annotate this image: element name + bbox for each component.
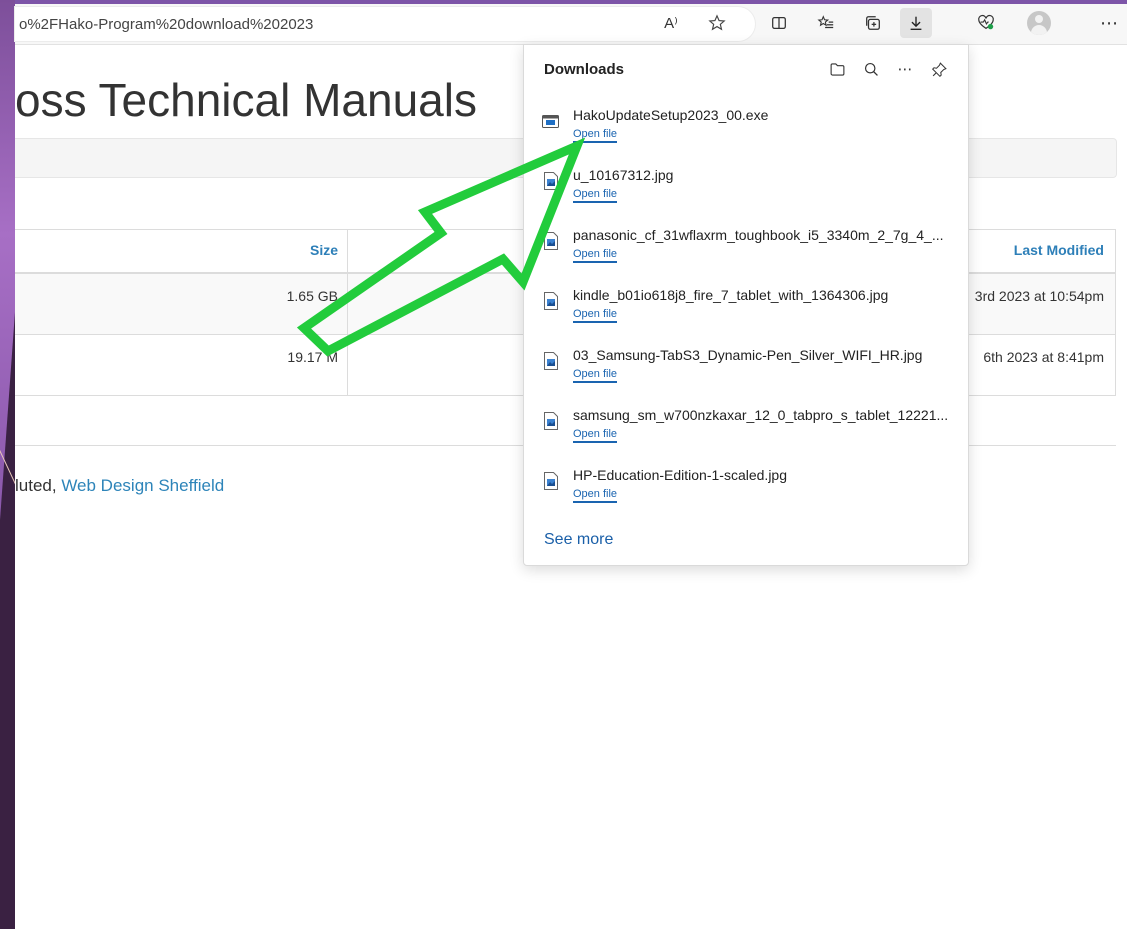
open-file-link[interactable]: Open file xyxy=(573,428,618,443)
download-filename: samsung_sm_w700nzkaxar_12_0_tabpro_s_tab… xyxy=(573,407,949,423)
table-edge xyxy=(1115,335,1116,395)
downloads-list: HakoUpdateSetup2023_00.exe Open file u_1… xyxy=(524,101,968,521)
image-file-icon xyxy=(544,352,558,370)
image-file-icon xyxy=(544,472,558,490)
download-filename: u_10167312.jpg xyxy=(573,167,674,183)
footer-text: luted, xyxy=(15,476,62,495)
open-file-link[interactable]: Open file xyxy=(573,308,618,323)
image-file-icon xyxy=(544,232,558,250)
download-filename: HP-Education-Edition-1-scaled.jpg xyxy=(573,467,787,483)
download-item[interactable]: 03_Samsung-TabS3_Dynamic-Pen_Silver_WIFI… xyxy=(524,341,968,401)
collections-icon[interactable] xyxy=(857,8,889,38)
slide-purple-shape xyxy=(0,0,15,520)
image-file-icon xyxy=(544,292,558,310)
column-header-size[interactable]: Size xyxy=(310,242,338,258)
open-file-link[interactable]: Open file xyxy=(573,368,618,383)
avatar xyxy=(1027,11,1051,35)
column-header-last-modified[interactable]: Last Modified xyxy=(1014,242,1104,258)
profile-avatar-icon[interactable] xyxy=(1023,8,1055,38)
read-aloud-glyph: A⁾ xyxy=(664,15,678,32)
download-filename: kindle_b01io618j8_fire_7_tablet_with_136… xyxy=(573,287,889,303)
table-edge xyxy=(1115,274,1116,334)
see-more-link[interactable]: See more xyxy=(544,531,613,549)
row-size: 19.17 M xyxy=(287,349,338,365)
download-item[interactable]: HP-Education-Edition-1-scaled.jpg Open f… xyxy=(524,461,968,521)
downloads-actions: ⋯ xyxy=(822,55,954,83)
more-glyph: ⋯ xyxy=(897,61,913,78)
row-last-modified: 3rd 2023 at 10:54pm xyxy=(974,288,1104,304)
column-divider xyxy=(347,335,348,395)
page-footer: luted, Web Design Sheffield xyxy=(15,476,224,496)
table-edge xyxy=(1115,230,1116,272)
download-item[interactable]: panasonic_cf_31wflaxrm_toughbook_i5_3340… xyxy=(524,221,968,281)
download-item[interactable]: samsung_sm_w700nzkaxar_12_0_tabpro_s_tab… xyxy=(524,401,968,461)
download-filename: panasonic_cf_31wflaxrm_toughbook_i5_3340… xyxy=(573,227,944,243)
pin-icon[interactable] xyxy=(924,55,954,83)
exe-icon xyxy=(542,115,559,128)
favorites-list-icon[interactable] xyxy=(810,8,842,38)
open-file-link[interactable]: Open file xyxy=(573,128,618,143)
browser-essentials-icon[interactable] xyxy=(970,8,1002,38)
address-url: o%2FHako-Program%20download%202023 xyxy=(19,16,314,33)
search-icon[interactable] xyxy=(856,55,886,83)
column-divider xyxy=(347,274,348,334)
column-divider xyxy=(347,230,348,272)
download-item[interactable]: u_10167312.jpg Open file xyxy=(524,161,968,221)
footer-link[interactable]: Web Design Sheffield xyxy=(61,476,224,495)
download-item[interactable]: HakoUpdateSetup2023_00.exe Open file xyxy=(524,101,968,161)
read-aloud-icon[interactable]: A⁾ xyxy=(655,8,687,38)
more-options-icon[interactable]: ⋯ xyxy=(1093,8,1125,38)
download-item[interactable]: kindle_b01io618j8_fire_7_tablet_with_136… xyxy=(524,281,968,341)
image-file-icon xyxy=(544,412,558,430)
slide-background-strip xyxy=(0,0,15,929)
downloads-flyout: Downloads ⋯ HakoUpdateSetup2023_00.exe O… xyxy=(523,44,969,566)
open-file-link[interactable]: Open file xyxy=(573,248,618,263)
download-icon[interactable] xyxy=(900,8,932,38)
row-size: 1.65 GB xyxy=(286,288,338,304)
split-screen-icon[interactable] xyxy=(763,8,795,38)
downloads-title: Downloads xyxy=(544,61,625,78)
row-last-modified: 6th 2023 at 8:41pm xyxy=(983,349,1104,365)
open-folder-icon[interactable] xyxy=(822,55,852,83)
image-file-icon xyxy=(544,172,558,190)
more-options-icon[interactable]: ⋯ xyxy=(890,55,920,83)
download-filename: 03_Samsung-TabS3_Dynamic-Pen_Silver_WIFI… xyxy=(573,347,923,363)
open-file-link[interactable]: Open file xyxy=(573,488,618,503)
address-bar[interactable]: o%2FHako-Program%20download%202023 xyxy=(15,7,755,41)
favorite-star-icon[interactable] xyxy=(701,8,733,38)
page-title: oss Technical Manuals xyxy=(15,74,477,126)
browser-toolbar: o%2FHako-Program%20download%202023 A⁾ ⋯ xyxy=(15,0,1127,45)
browser-accent-line xyxy=(15,0,1127,4)
open-file-link[interactable]: Open file xyxy=(573,188,618,203)
more-glyph: ⋯ xyxy=(1100,12,1118,33)
download-filename: HakoUpdateSetup2023_00.exe xyxy=(573,107,769,123)
